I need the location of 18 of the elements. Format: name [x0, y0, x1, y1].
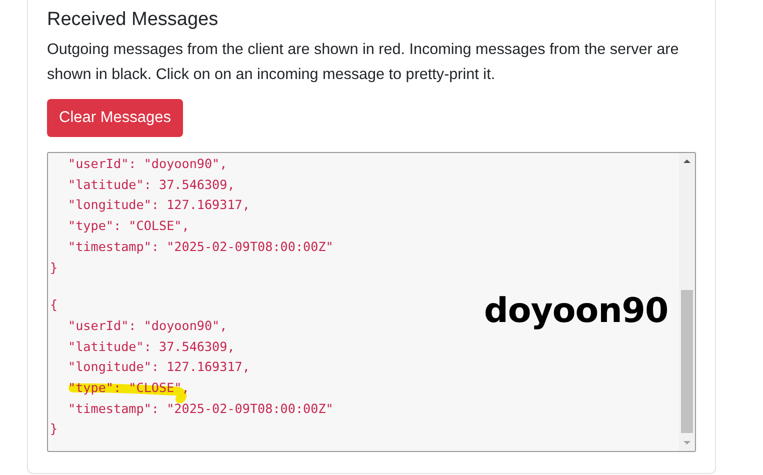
json-brace[interactable]: { [50, 297, 58, 312]
json-brace[interactable]: } [50, 421, 58, 436]
section-title: Received Messages [47, 9, 220, 31]
scrollbar[interactable] [679, 153, 695, 451]
description-text: Outgoing messages from the client are shown in red. Incoming messages from the server are shown in black. Click on on an incoming message to pretty-print it. [47, 40, 680, 85]
json-line[interactable]: "userId": "doyoon90", [68, 156, 228, 171]
json-line[interactable]: "latitude": 37.546309, [68, 176, 235, 192]
json-line[interactable]: "latitude": 37.546309, [68, 338, 235, 354]
json-line[interactable]: "type": "COLSE", [68, 218, 190, 234]
annotation-text: doyoon90 [484, 291, 668, 331]
scrollbar-thumb[interactable] [681, 290, 693, 433]
json-line[interactable]: "longitude": 127.169317, [68, 359, 250, 374]
json-line[interactable]: "timestamp": "2025-02-09T08:00:00Z" [68, 238, 334, 254]
clear-messages-button[interactable]: Clear Messages [47, 99, 183, 137]
json-line[interactable]: "longitude": 127.169317, [68, 197, 250, 212]
json-line[interactable]: "timestamp": "2025-02-09T08:00:00Z" [68, 400, 334, 416]
json-line[interactable]: "userId": "doyoon90", [68, 318, 228, 333]
json-brace[interactable]: } [50, 260, 58, 275]
